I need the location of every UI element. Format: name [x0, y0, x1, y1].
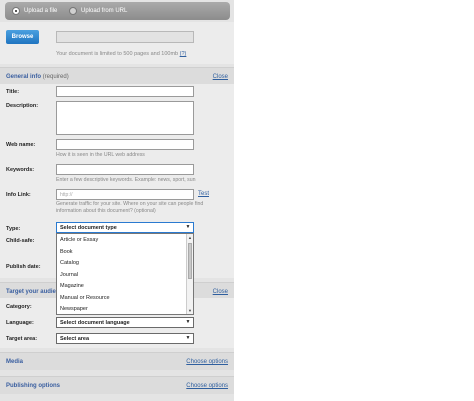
- publishing-options-header: Publishing options Choose options: [0, 376, 234, 394]
- general-info-title: General info (required): [6, 74, 69, 80]
- info-link-test-link[interactable]: Test: [198, 191, 209, 197]
- title-input[interactable]: [56, 86, 194, 97]
- type-select-value: Select document type: [60, 225, 117, 231]
- type-dropdown-list[interactable]: Article or Essay Book Catalog Journal Ma…: [56, 233, 194, 315]
- description-label: Description:: [6, 103, 39, 109]
- type-option[interactable]: Article or Essay: [60, 237, 98, 243]
- type-list-scrollbar[interactable]: ▲ ▼: [186, 234, 193, 314]
- description-textarea[interactable]: [56, 101, 194, 135]
- info-link-hint: Generate traffic for your site. Where on…: [56, 201, 204, 214]
- general-info-header: General info (required) Close: [0, 67, 234, 85]
- upload-url-radio[interactable]: [69, 7, 77, 15]
- keywords-input[interactable]: [56, 164, 194, 175]
- upload-form-panel: Upload a file Upload from URL Browse You…: [0, 0, 234, 401]
- target-area-select[interactable]: Select area ▼: [56, 333, 194, 344]
- language-select-value: Select document language: [60, 320, 130, 326]
- type-select[interactable]: Select document type ▼: [56, 222, 194, 233]
- info-link-input[interactable]: http://: [56, 189, 194, 200]
- general-info-required-note: (required): [42, 74, 69, 80]
- media-header: Media Choose options: [0, 352, 234, 370]
- web-name-input[interactable]: [56, 139, 194, 150]
- child-safe-label: Child-safe:: [6, 238, 35, 244]
- web-name-label: Web name:: [6, 142, 36, 148]
- upload-file-label[interactable]: Upload a file: [24, 8, 57, 14]
- general-info-close-link[interactable]: Close: [213, 74, 228, 80]
- publishing-choose-options-link[interactable]: Choose options: [186, 383, 228, 389]
- keywords-label: Keywords:: [6, 167, 35, 173]
- scroll-up-icon[interactable]: ▲: [187, 234, 193, 241]
- upload-url-label[interactable]: Upload from URL: [81, 8, 127, 14]
- type-label: Type:: [6, 226, 21, 232]
- upload-row: Browse Your document is limited to 500 p…: [0, 22, 234, 64]
- type-option[interactable]: Newspaper: [60, 306, 88, 312]
- scroll-thumb[interactable]: [188, 243, 192, 279]
- general-info-title-text: General info: [6, 74, 42, 80]
- target-audience-title: Target your audie: [6, 289, 56, 295]
- target-area-select-value: Select area: [60, 336, 90, 342]
- media-title: Media: [6, 359, 24, 365]
- info-link-label: Info Link:: [6, 192, 31, 198]
- type-option[interactable]: Manual or Resource: [60, 295, 110, 301]
- title-label: Title:: [6, 89, 20, 95]
- type-option[interactable]: Magazine: [60, 283, 84, 289]
- scroll-down-icon[interactable]: ▼: [187, 307, 193, 314]
- type-option[interactable]: Journal: [60, 272, 78, 278]
- info-link-placeholder: http://: [60, 192, 73, 198]
- keywords-hint: Enter a few descriptive keywords. Exampl…: [56, 177, 196, 183]
- chevron-down-icon: ▼: [185, 319, 191, 325]
- publishing-options-title: Publishing options: [6, 383, 60, 389]
- media-choose-options-link[interactable]: Choose options: [186, 359, 228, 365]
- chevron-down-icon: ▼: [185, 224, 191, 230]
- category-label: Category:: [6, 304, 32, 310]
- browse-button[interactable]: Browse: [6, 30, 39, 44]
- target-audience-close-link[interactable]: Close: [213, 289, 228, 295]
- upload-limit-text: Your document is limited to 500 pages an…: [56, 51, 179, 57]
- language-label: Language:: [6, 320, 34, 326]
- chevron-down-icon: ▼: [185, 335, 191, 341]
- type-option[interactable]: Book: [60, 249, 73, 255]
- upload-source-bar: Upload a file Upload from URL: [5, 2, 230, 20]
- web-name-hint: How it is seen in the URL web address: [56, 152, 145, 158]
- upload-limit-note: Your document is limited to 500 pages an…: [56, 51, 186, 57]
- file-path-field[interactable]: [56, 31, 194, 43]
- upload-file-radio[interactable]: [12, 7, 20, 15]
- type-option[interactable]: Catalog: [60, 260, 79, 266]
- publish-date-label: Publish date:: [6, 264, 41, 270]
- language-select[interactable]: Select document language ▼: [56, 317, 194, 328]
- upload-limit-help-link[interactable]: (?): [180, 51, 187, 57]
- target-area-label: Target area:: [6, 336, 38, 342]
